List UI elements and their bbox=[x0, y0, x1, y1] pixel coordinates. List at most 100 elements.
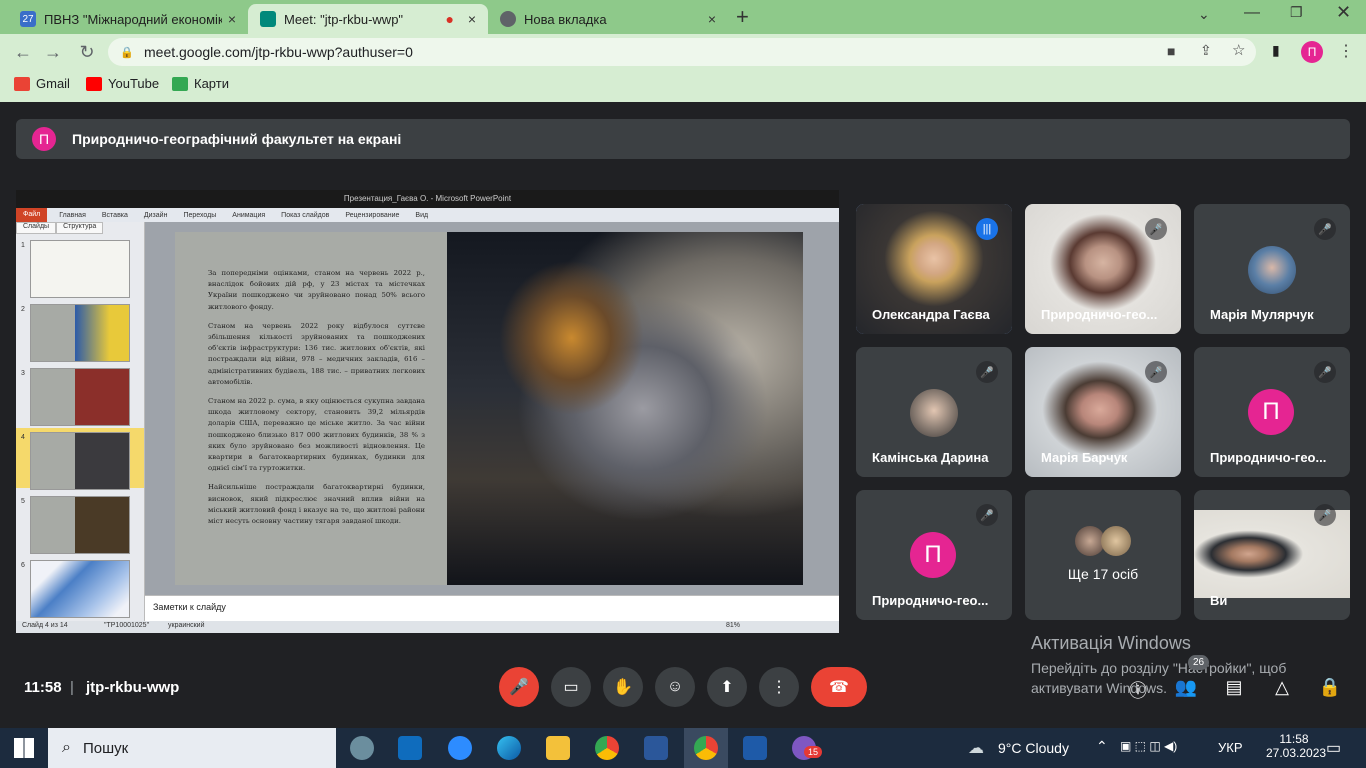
clock-time: 11:58 bbox=[1279, 732, 1309, 746]
status-slide-count: Слайд 4 из 14 bbox=[22, 622, 68, 629]
meeting-details-icon[interactable]: ⓘ bbox=[1126, 677, 1150, 703]
participant-tile-self[interactable]: 🎤 Ви bbox=[1194, 490, 1350, 620]
ppt-ribbon: Файл Главная Вставка Дизайн Переходы Ани… bbox=[16, 208, 839, 222]
chrome-taskbar-icon[interactable] bbox=[595, 736, 619, 760]
edge-icon[interactable] bbox=[497, 736, 521, 760]
word-icon[interactable] bbox=[644, 736, 668, 760]
host-controls-icon[interactable]: 🔒 bbox=[1318, 677, 1342, 698]
close-window-icon[interactable]: ✕ bbox=[1336, 2, 1351, 23]
raise-hand-button[interactable]: ✋ bbox=[603, 667, 643, 707]
mic-toggle-button[interactable]: 🎤 bbox=[499, 667, 539, 707]
url-text: meet.google.com/jtp-rkbu-wwp?authuser=0 bbox=[144, 44, 413, 60]
tray-icons[interactable]: ▣ ⬚ ◫ ◀) bbox=[1120, 739, 1177, 753]
participant-tile[interactable]: 🎤 Марія Барчук bbox=[1025, 347, 1181, 477]
chrome-icon bbox=[500, 11, 516, 27]
slide-paragraph: За попередніми оцінками, станом на черве… bbox=[208, 269, 425, 311]
mic-off-icon: 🎤 bbox=[1145, 361, 1167, 383]
presenter-banner: П Природничо-географічний факультет на е… bbox=[16, 119, 1350, 159]
thumb-number: 1 bbox=[21, 242, 25, 249]
calendar-icon: 27 bbox=[20, 11, 36, 27]
speaking-indicator-icon: ||| bbox=[976, 218, 998, 240]
bookmark-maps[interactable]: Карти bbox=[172, 76, 229, 91]
status-theme: "ТР10001025" bbox=[104, 622, 150, 629]
ribbon-home: Главная bbox=[59, 211, 86, 219]
activation-title: Активація Windows bbox=[1031, 633, 1191, 653]
side-panel-icon[interactable]: ▮ bbox=[1272, 42, 1280, 59]
close-tab-icon[interactable]: × bbox=[222, 11, 242, 27]
more-options-button[interactable]: ⋮ bbox=[759, 667, 799, 707]
participant-tile[interactable]: ||| Олександра Гаєва bbox=[856, 204, 1012, 334]
notification-badge: 15 bbox=[804, 746, 823, 758]
presenter-avatar: П bbox=[32, 127, 56, 151]
zoom-icon[interactable] bbox=[448, 736, 472, 760]
close-tab-icon[interactable]: × bbox=[462, 11, 482, 27]
mic-off-icon: 🎤 bbox=[1145, 218, 1167, 240]
gmail-icon bbox=[14, 76, 30, 91]
maps-icon bbox=[172, 76, 188, 91]
lock-icon: 🔒 bbox=[120, 46, 134, 59]
taskbar-search[interactable]: ⌕ Пошук bbox=[48, 728, 336, 768]
participant-name: Олександра Гаєва bbox=[872, 307, 990, 322]
windows-start-icon[interactable] bbox=[14, 738, 34, 758]
reload-icon[interactable]: ↻ bbox=[76, 42, 98, 63]
ribbon-insert: Вставка bbox=[101, 211, 128, 219]
minimize-icon[interactable]: — bbox=[1244, 4, 1260, 22]
thumb-number: 6 bbox=[21, 562, 25, 569]
people-count-badge: 26 bbox=[1188, 655, 1210, 670]
system-clock[interactable]: 11:58 27.03.2023 bbox=[1266, 732, 1326, 760]
separator: | bbox=[70, 679, 74, 696]
reactions-button[interactable]: ☺ bbox=[655, 667, 695, 707]
url-bar[interactable]: 🔒 meet.google.com/jtp-rkbu-wwp?authuser=… bbox=[108, 38, 1256, 66]
activities-icon[interactable]: △ bbox=[1270, 677, 1294, 698]
participant-tile[interactable]: 🎤 Природничо-гео... bbox=[1025, 204, 1181, 334]
participant-tile[interactable]: П 🎤 Природничо-гео... bbox=[1194, 347, 1350, 477]
widgets-icon[interactable] bbox=[350, 736, 374, 760]
tab-meet[interactable]: Meet: "jtp-rkbu-wwp" ● × bbox=[248, 4, 488, 34]
profile-avatar[interactable]: П bbox=[1301, 41, 1323, 63]
ribbon-design: Дизайн bbox=[143, 211, 168, 219]
camera-toggle-button[interactable]: ▭ bbox=[551, 667, 591, 707]
bookmark-star-icon[interactable]: ☆ bbox=[1232, 41, 1245, 59]
participant-tile[interactable]: 🎤 Марія Мулярчук bbox=[1194, 204, 1350, 334]
slide-thumbnail bbox=[30, 432, 130, 490]
tray-chevron-icon[interactable]: ⌃ bbox=[1096, 738, 1108, 755]
participant-name: Природничо-гео... bbox=[872, 593, 989, 608]
present-screen-button[interactable]: ⬆ bbox=[707, 667, 747, 707]
screen-share[interactable]: Презентация_Гаєва О. - Microsoft PowerPo… bbox=[16, 190, 839, 633]
forward-icon[interactable]: → bbox=[42, 42, 64, 63]
tab-search-icon[interactable]: ⌄ bbox=[1198, 6, 1210, 23]
bookmark-gmail[interactable]: Gmail bbox=[14, 76, 70, 91]
share-icon[interactable]: ⇪ bbox=[1200, 42, 1212, 59]
participant-tile[interactable]: 🎤 Камінська Дарина bbox=[856, 347, 1012, 477]
bookmark-youtube[interactable]: YouTube bbox=[86, 76, 159, 91]
bookmark-label: Карти bbox=[194, 76, 229, 91]
more-participants-tile[interactable]: Ще 17 осіб bbox=[1025, 490, 1181, 620]
presenter-label: Природничо-географічний факультет на екр… bbox=[72, 131, 402, 147]
notification-center-icon[interactable]: ▭ bbox=[1326, 738, 1341, 758]
chat-icon[interactable]: ▤ bbox=[1222, 677, 1246, 698]
file-explorer-icon[interactable] bbox=[546, 736, 570, 760]
restore-icon[interactable]: ❐ bbox=[1290, 4, 1303, 21]
participant-tile[interactable]: П 🎤 Природничо-гео... bbox=[856, 490, 1012, 620]
mic-off-icon: 🎤 bbox=[976, 504, 998, 526]
language-indicator[interactable]: УКР bbox=[1218, 740, 1243, 755]
back-icon[interactable]: ← bbox=[12, 42, 34, 63]
weather-text[interactable]: 9°C Cloudy bbox=[998, 740, 1069, 756]
leave-call-button[interactable]: ☎ bbox=[811, 667, 867, 707]
store-icon[interactable] bbox=[398, 736, 422, 760]
participant-name: Марія Барчук bbox=[1041, 450, 1128, 465]
thumb-number: 5 bbox=[21, 498, 25, 505]
ribbon-review: Рецензирование bbox=[345, 211, 400, 219]
close-tab-icon[interactable]: × bbox=[702, 11, 722, 27]
people-icon[interactable]: 👥 bbox=[1174, 677, 1198, 698]
participant-avatar bbox=[1101, 526, 1131, 556]
remote-desktop-icon[interactable] bbox=[743, 736, 767, 760]
ribbon-transitions: Переходы bbox=[183, 211, 217, 219]
mic-off-icon: 🎤 bbox=[976, 361, 998, 383]
tab-university[interactable]: 27 ПВНЗ "Міжнародний економіко- × bbox=[8, 4, 248, 34]
new-tab-button[interactable]: + bbox=[736, 4, 749, 30]
chrome-active-icon[interactable] bbox=[694, 736, 718, 760]
menu-icon[interactable]: ⋮ bbox=[1338, 41, 1354, 61]
camera-indicator-icon[interactable]: ■ bbox=[1167, 43, 1175, 59]
tab-new[interactable]: Нова вкладка × bbox=[488, 4, 728, 34]
